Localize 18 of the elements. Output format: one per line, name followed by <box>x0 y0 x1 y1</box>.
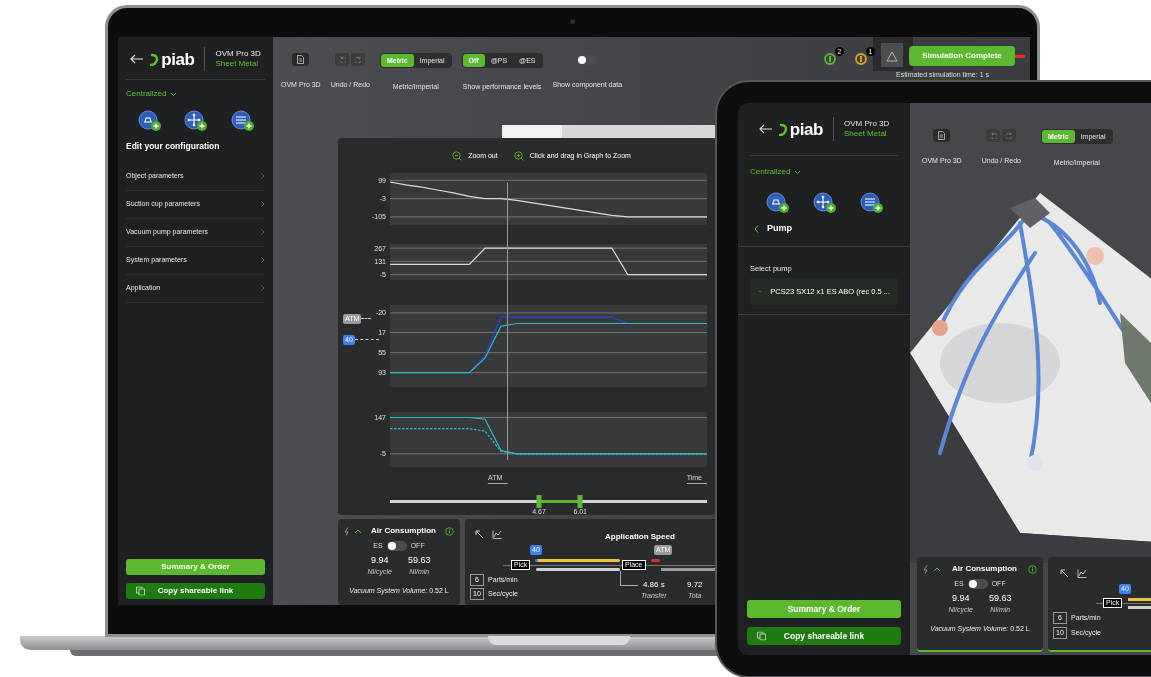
panel-title: Air Consumption <box>370 525 437 537</box>
duration-value: 4.86 s <box>642 579 665 591</box>
mode-dropdown[interactable]: Centralized <box>750 166 791 178</box>
logo-text: piab <box>161 50 195 68</box>
sidebar-heading: Edit your configuration <box>125 140 221 153</box>
mode-dropdown[interactable]: Centralized <box>126 88 167 100</box>
product-name: OVM Pro 3D <box>215 49 261 59</box>
metric-value: 9.94 <box>370 553 389 567</box>
panel-title: Application Speed <box>605 531 675 543</box>
metric-value: 59.63 <box>408 553 431 567</box>
duration-value: 9.72 <box>687 579 703 591</box>
panel-title: Air Consumption <box>951 563 1018 575</box>
copy-link-button[interactable]: Copy shareable link <box>126 583 265 599</box>
copy-link-button[interactable]: Copy shareable link <box>747 627 901 645</box>
metric-value: 59.63 <box>989 591 1012 605</box>
metric-value: 9.94 <box>951 591 970 605</box>
product-variant: Sheet Metal <box>215 59 260 69</box>
back-link[interactable]: Pump <box>738 222 910 236</box>
